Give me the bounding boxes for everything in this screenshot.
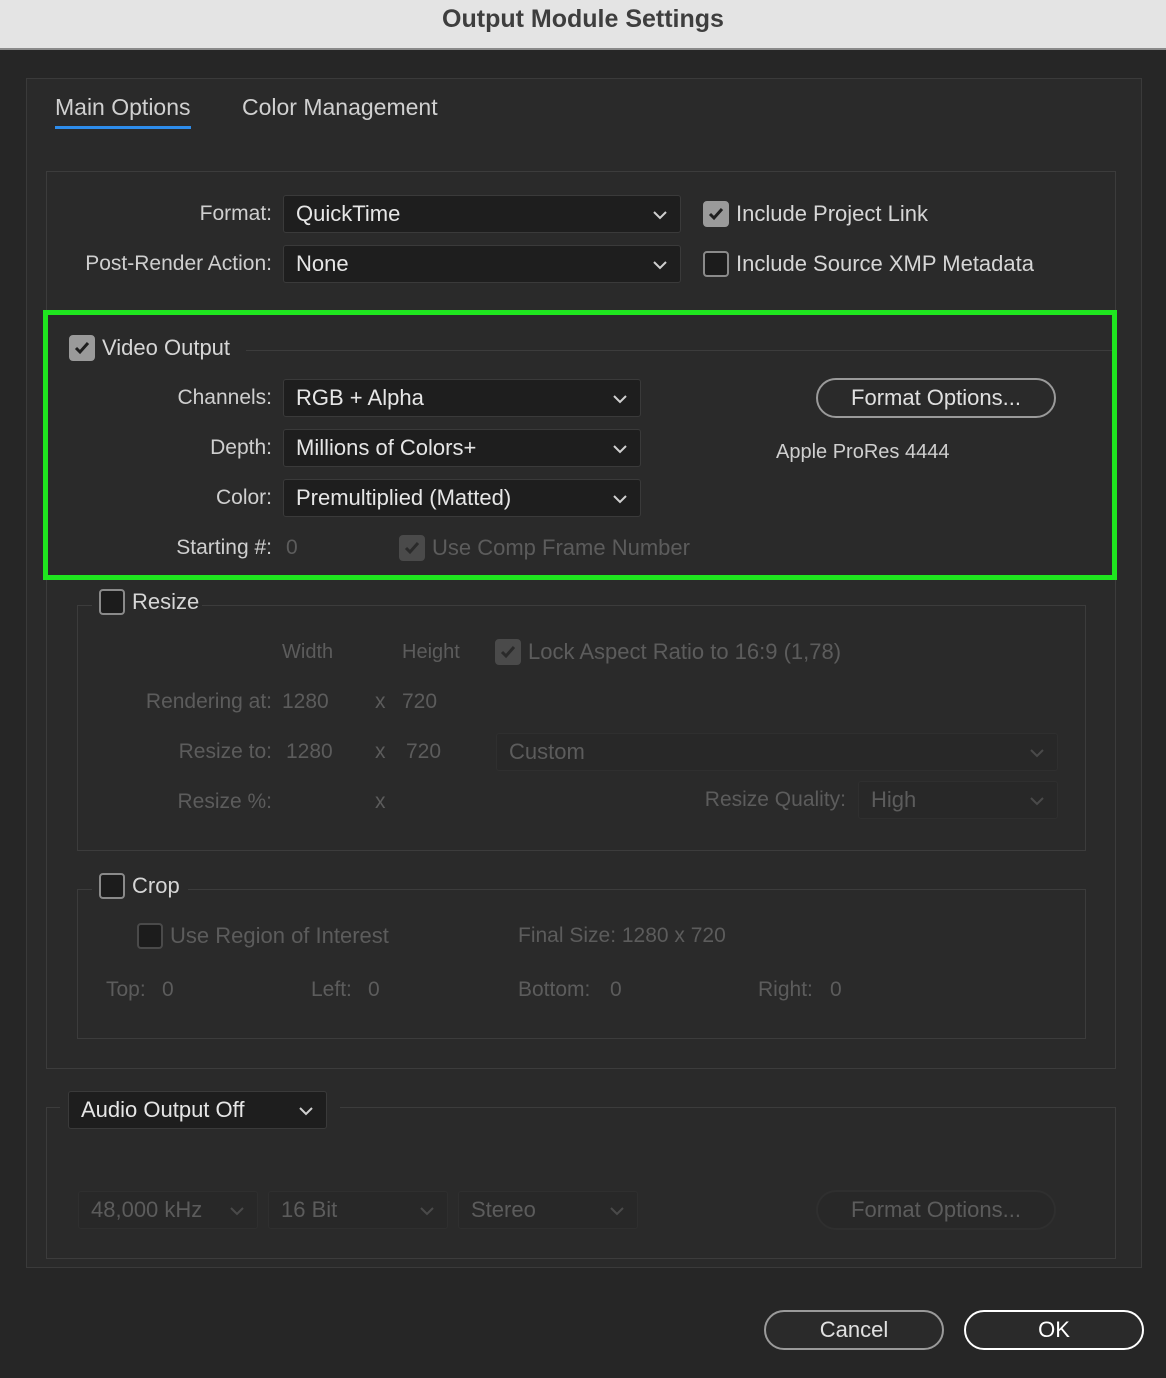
resize-to-height[interactable]: 720 bbox=[406, 740, 441, 764]
ok-button[interactable]: OK bbox=[964, 1310, 1144, 1350]
chevron-down-icon bbox=[230, 1207, 244, 1216]
final-size: Final Size: 1280 x 720 bbox=[518, 924, 726, 947]
audio-rate-value: 48,000 kHz bbox=[91, 1197, 203, 1222]
resize-to-width[interactable]: 1280 bbox=[286, 740, 333, 764]
height-header: Height bbox=[402, 641, 460, 663]
chevron-down-icon bbox=[653, 211, 667, 220]
crop-left-label: Left: bbox=[311, 978, 352, 1001]
cancel-button[interactable]: Cancel bbox=[764, 1310, 944, 1350]
crop-bottom-value[interactable]: 0 bbox=[610, 978, 622, 1002]
window-title: Output Module Settings bbox=[442, 5, 724, 33]
audio-rate-select[interactable]: 48,000 kHz bbox=[78, 1191, 258, 1229]
post-render-select[interactable]: None bbox=[283, 245, 681, 283]
audio-bits-select[interactable]: 16 Bit bbox=[268, 1191, 448, 1229]
roi-label: Use Region of Interest bbox=[170, 923, 389, 948]
audio-format-options-button[interactable]: Format Options... bbox=[816, 1190, 1056, 1230]
rendering-at-label: Rendering at: bbox=[145, 690, 272, 713]
rendering-at-x: x bbox=[375, 690, 386, 713]
crop-label: Crop bbox=[132, 873, 180, 898]
rendering-at-height: 720 bbox=[402, 690, 438, 713]
tab-main-options[interactable]: Main Options bbox=[55, 94, 191, 129]
chevron-down-icon bbox=[653, 261, 667, 270]
resize-to-label: Resize to: bbox=[178, 740, 272, 763]
post-render-label: Post-Render Action: bbox=[85, 252, 272, 275]
resize-quality-label: Resize Quality: bbox=[704, 788, 846, 811]
resize-preset-value: Custom bbox=[509, 739, 585, 764]
rendering-at-width: 1280 bbox=[282, 690, 329, 713]
format-select[interactable]: QuickTime bbox=[283, 195, 681, 233]
include-xmp-label: Include Source XMP Metadata bbox=[736, 251, 1034, 276]
audio-bits-value: 16 Bit bbox=[281, 1197, 338, 1222]
width-header: Width bbox=[282, 641, 334, 663]
audio-channels-value: Stereo bbox=[471, 1197, 536, 1222]
roi-checkbox[interactable] bbox=[137, 923, 163, 949]
include-xmp-checkbox[interactable] bbox=[703, 251, 729, 277]
audio-channels-select[interactable]: Stereo bbox=[458, 1191, 638, 1229]
crop-box bbox=[77, 889, 1086, 1039]
checkmark-icon bbox=[500, 646, 516, 659]
crop-top-label: Top: bbox=[106, 978, 146, 1001]
post-render-value: None bbox=[296, 251, 349, 276]
crop-left-value[interactable]: 0 bbox=[368, 978, 380, 1002]
crop-checkbox[interactable] bbox=[99, 873, 125, 899]
resize-preset-select[interactable]: Custom bbox=[496, 733, 1058, 771]
checkmark-icon bbox=[708, 208, 724, 221]
audio-output-select[interactable]: Audio Output Off bbox=[68, 1091, 327, 1129]
chevron-down-icon bbox=[610, 1207, 624, 1216]
resize-pct-label: Resize %: bbox=[177, 790, 272, 813]
crop-top-value[interactable]: 0 bbox=[162, 978, 174, 1002]
resize-quality-value: High bbox=[871, 787, 917, 812]
tab-color-management[interactable]: Color Management bbox=[242, 94, 438, 121]
chevron-down-icon bbox=[299, 1107, 313, 1116]
format-label: Format: bbox=[199, 202, 272, 225]
video-output-highlight bbox=[43, 310, 1117, 580]
lock-aspect-label: Lock Aspect Ratio to 16:9 (1,78) bbox=[528, 639, 842, 664]
lock-aspect-checkbox[interactable] bbox=[495, 639, 521, 665]
crop-right-value[interactable]: 0 bbox=[830, 978, 842, 1002]
audio-output-value: Audio Output Off bbox=[81, 1097, 245, 1122]
resize-to-x: x bbox=[375, 740, 386, 763]
chevron-down-icon bbox=[1030, 749, 1044, 758]
resize-pct-x: x bbox=[375, 790, 386, 813]
crop-bottom-label: Bottom: bbox=[518, 978, 591, 1001]
format-value: QuickTime bbox=[296, 201, 401, 226]
title-bar: Output Module Settings bbox=[0, 0, 1166, 50]
resize-checkbox[interactable] bbox=[99, 589, 125, 615]
include-project-link-label: Include Project Link bbox=[736, 201, 928, 226]
resize-quality-select[interactable]: High bbox=[858, 781, 1058, 819]
include-project-link-checkbox[interactable] bbox=[703, 201, 729, 227]
crop-right-label: Right: bbox=[758, 978, 813, 1001]
resize-label: Resize bbox=[132, 589, 200, 614]
chevron-down-icon bbox=[1030, 797, 1044, 806]
chevron-down-icon bbox=[420, 1207, 434, 1216]
